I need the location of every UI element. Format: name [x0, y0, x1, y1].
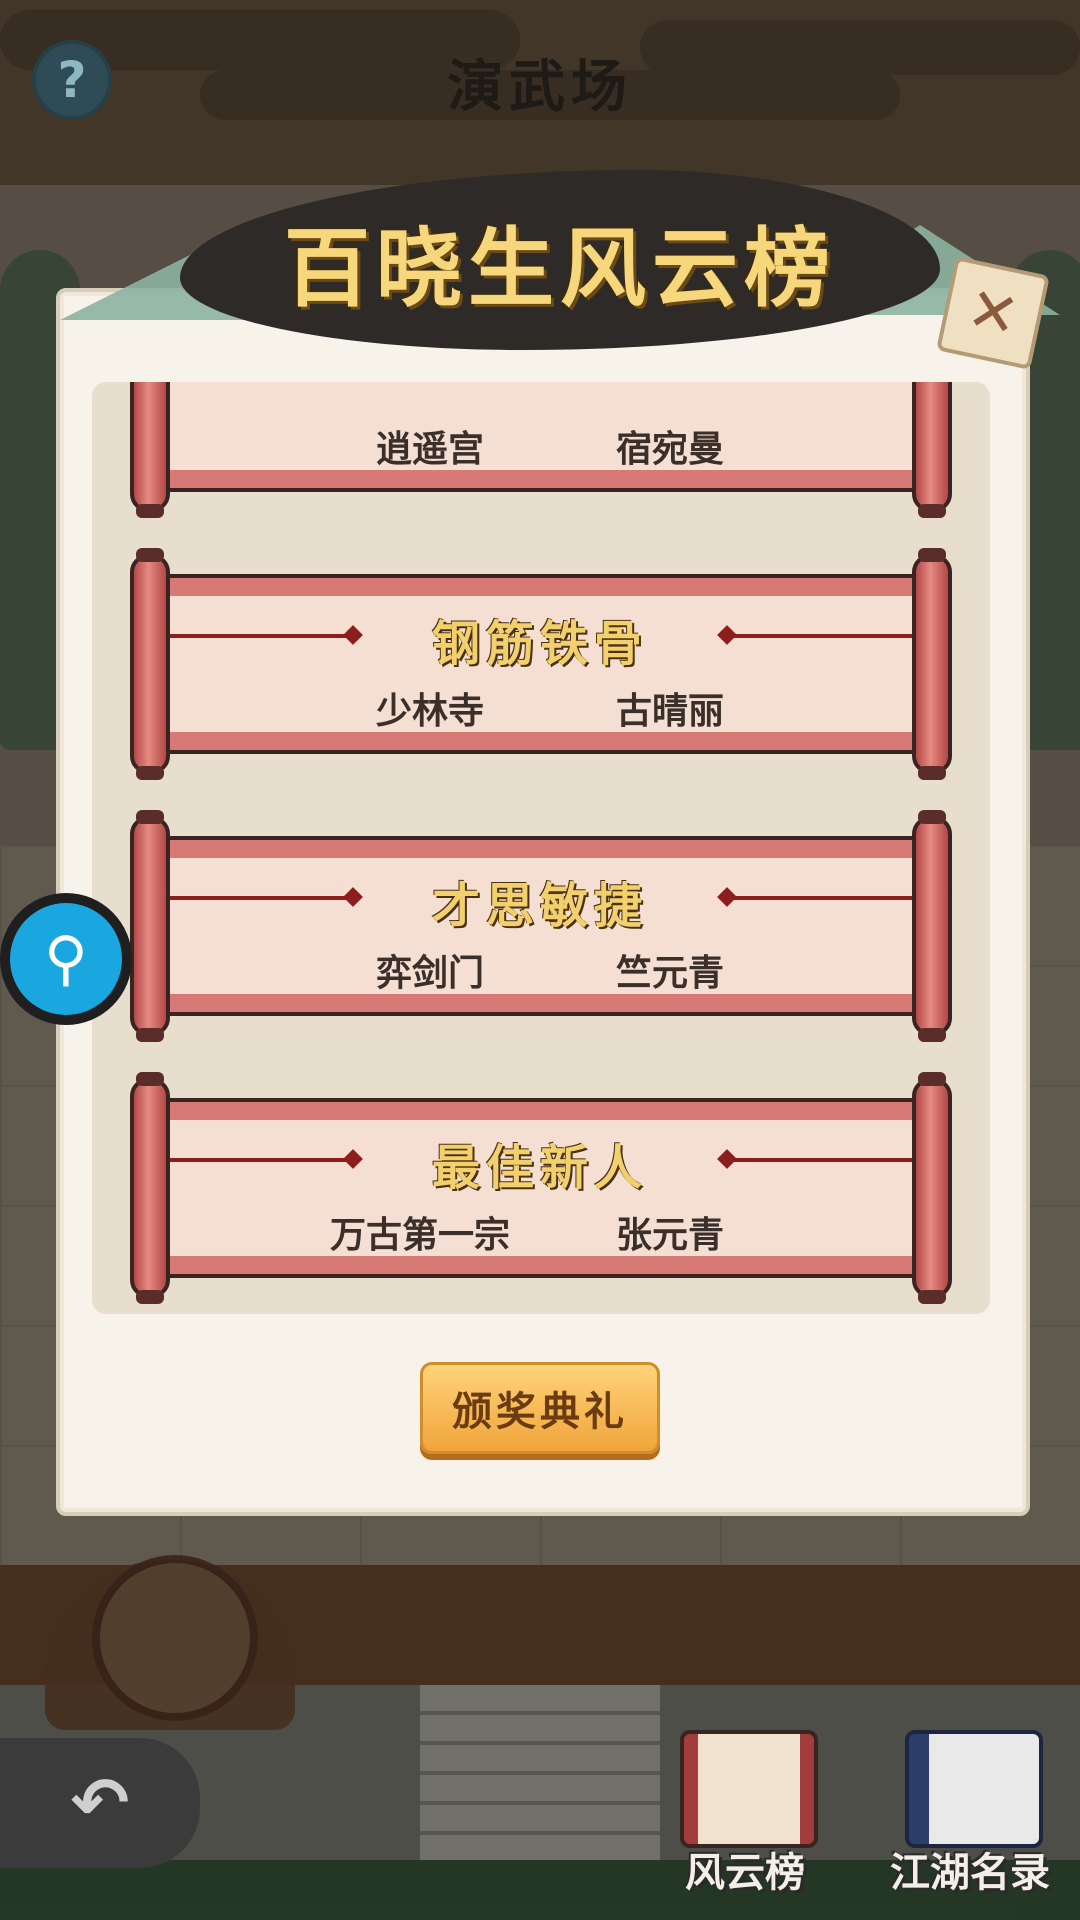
decorative-line: [170, 1158, 350, 1162]
winner-name: 古晴丽: [615, 691, 724, 732]
back-arrow-icon: ↶: [70, 1762, 130, 1844]
scroll-rod-left: [130, 810, 170, 1042]
winner-sect: 弈剑门: [375, 953, 484, 994]
award-scroll: 钢筋铁骨 少林寺 古晴丽: [130, 548, 952, 780]
award-title: 最佳新人: [431, 1140, 648, 1196]
award-scroll: 才思敏捷 弈剑门 竺元青: [130, 810, 952, 1042]
book-icon: [905, 1730, 1043, 1848]
close-icon: ✕: [961, 273, 1025, 353]
zoom-button[interactable]: ⚲: [0, 893, 132, 1025]
scroll-paper: 钢筋铁骨 少林寺 古晴丽: [166, 574, 916, 754]
modal-title: 百晓生风云榜: [284, 218, 836, 319]
scroll-paper: 最佳新人 万古第一宗 张元青: [166, 1098, 916, 1278]
decorative-line: [170, 896, 350, 900]
nav-label: 江湖名录: [890, 1850, 1050, 1896]
winner-name: 张元青: [615, 1215, 724, 1256]
scroll-rod-right: [912, 548, 952, 780]
scroll-rod-left: [130, 548, 170, 780]
modal-title-banner: 百晓生风云榜: [60, 170, 1060, 370]
decorative-line: [732, 896, 912, 900]
winner-name: 竺元青: [615, 953, 724, 994]
award-scroll: 逍遥宫 宿宛曼: [130, 382, 952, 518]
scroll-rod-right: [912, 1072, 952, 1304]
award-scroll: 最佳新人 万古第一宗 张元青: [130, 1072, 952, 1304]
scroll-paper: 才思敏捷 弈剑门 竺元青: [166, 836, 916, 1016]
scene-title: 演武场: [447, 54, 633, 120]
magnifier-icon: ⚲: [10, 903, 122, 1015]
scroll-rod-left: [130, 1072, 170, 1304]
decorative-line: [732, 634, 912, 638]
winner-sect: 逍遥宫: [375, 429, 484, 470]
decorative-diamond: [343, 625, 363, 645]
scroll-rod-right: [912, 382, 952, 518]
scroll-icon: [680, 1730, 818, 1848]
award-title: 才思敏捷: [431, 878, 648, 934]
decorative-diamond: [343, 1149, 363, 1169]
winner-name: 宿宛曼: [615, 429, 724, 470]
scroll-paper: 逍遥宫 宿宛曼: [166, 382, 916, 492]
scroll-rod-left: [130, 382, 170, 518]
winner-sect: 少林寺: [375, 691, 484, 732]
close-button[interactable]: ✕: [936, 256, 1050, 370]
question-icon: ?: [57, 51, 87, 109]
award-ceremony-button[interactable]: 颁奖典礼: [420, 1362, 660, 1454]
scroll-rod-right: [912, 810, 952, 1042]
nav-label: 风云榜: [685, 1850, 805, 1896]
decorative-line: [732, 1158, 912, 1162]
award-title: 钢筋铁骨: [431, 616, 648, 672]
award-list[interactable]: 逍遥宫 宿宛曼 钢筋铁骨 少林寺 古晴丽 才思敏捷 弈剑门 竺元青 最佳新人 万…: [92, 382, 990, 1314]
nav-jianghu-directory[interactable]: 江湖名录: [875, 1730, 1065, 1910]
winner-sect: 万古第一宗: [329, 1215, 510, 1256]
decorative-line: [170, 634, 350, 638]
nav-leaderboard[interactable]: 风云榜: [650, 1730, 840, 1910]
decorative-diamond: [343, 887, 363, 907]
help-button[interactable]: ?: [32, 40, 112, 120]
back-button[interactable]: ↶: [0, 1738, 200, 1868]
